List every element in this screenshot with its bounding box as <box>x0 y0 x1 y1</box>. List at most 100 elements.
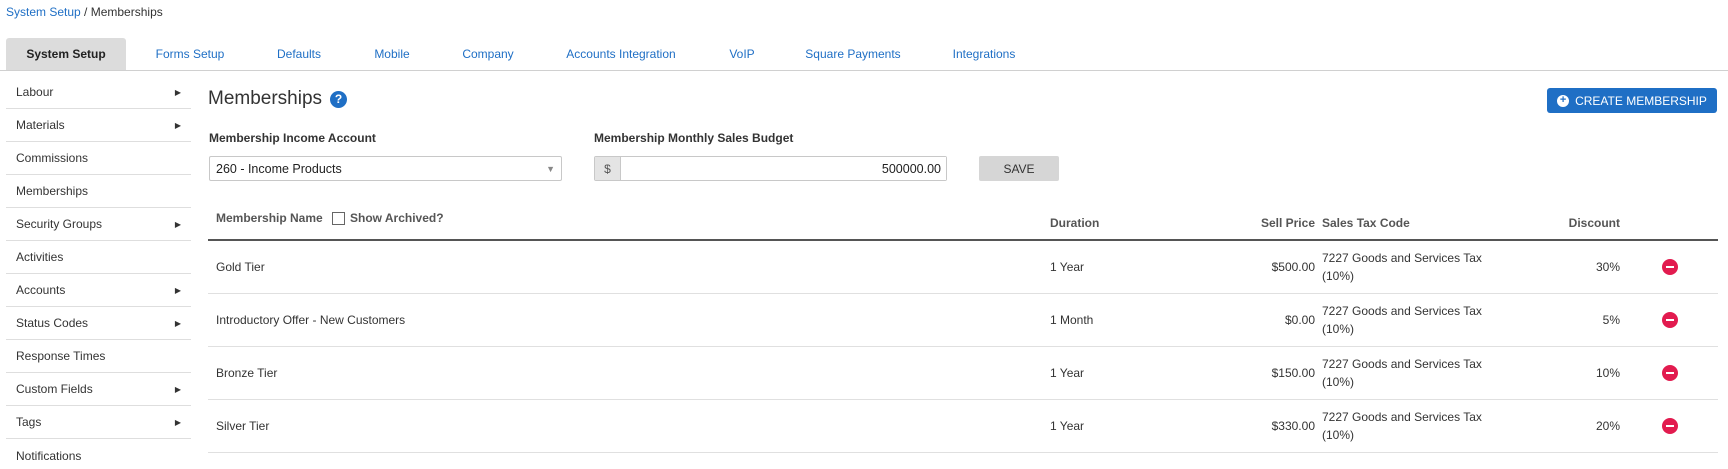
membership-price: $0.00 <box>1284 313 1315 327</box>
column-header-sell-price: Sell Price <box>1260 216 1315 230</box>
caret-right-icon: ▶ <box>174 318 181 328</box>
sidebar: Labour ▶ Materials ▶ Commissions Membershi… <box>6 76 191 469</box>
membership-discount: 5% <box>1602 313 1620 327</box>
sidebar-item-commissions[interactable]: Commissions <box>6 142 191 175</box>
memberships-table: Membership Name Show Archived? Duration … <box>208 205 1718 453</box>
sidebar-item-materials[interactable]: Materials ▶ <box>6 109 191 142</box>
sidebar-item-activities[interactable]: Activities <box>6 241 191 274</box>
sidebar-item-response-times[interactable]: Response Times <box>6 340 191 373</box>
remove-circle-icon[interactable] <box>1662 259 1678 275</box>
column-header-duration: Duration <box>1050 216 1100 230</box>
breadcrumb-separator: / <box>80 5 91 19</box>
tab-square-payments[interactable]: Square Payments <box>800 38 906 70</box>
membership-discount: 20% <box>1595 419 1620 433</box>
remove-circle-icon[interactable] <box>1662 365 1678 381</box>
membership-duration: 1 Year <box>1050 366 1085 380</box>
sidebar-item-label: Custom Fields <box>16 382 93 396</box>
column-header-tax-code: Sales Tax Code <box>1322 216 1410 230</box>
sidebar-item-labour[interactable]: Labour ▶ <box>6 76 191 109</box>
tab-voip[interactable]: VoIP <box>722 38 762 70</box>
sidebar-item-custom-fields[interactable]: Custom Fields ▶ <box>6 373 191 406</box>
membership-tax-code: 7227 Goods and Services Tax (10%) <box>1322 408 1482 444</box>
sidebar-item-notifications[interactable]: Notifications <box>6 439 191 469</box>
membership-tax-code: 7227 Goods and Services Tax (10%) <box>1322 302 1482 338</box>
tax-code-name: 7227 Goods and Services Tax <box>1322 251 1482 265</box>
tax-code-rate: (10%) <box>1322 375 1355 389</box>
remove-circle-icon[interactable] <box>1662 418 1678 434</box>
sidebar-item-accounts[interactable]: Accounts ▶ <box>6 274 191 307</box>
tax-code-rate: (10%) <box>1322 322 1355 336</box>
page-title: Memberships ? <box>208 88 348 110</box>
column-header-discount: Discount <box>1568 216 1620 230</box>
chevron-down-icon: ▼ <box>546 163 555 174</box>
caret-right-icon: ▶ <box>174 87 181 97</box>
sales-budget-label: Membership Monthly Sales Budget <box>594 131 794 145</box>
income-account-select[interactable]: 260 - Income Products ▼ <box>209 156 562 181</box>
membership-tax-code: 7227 Goods and Services Tax (10%) <box>1322 249 1482 285</box>
show-archived-checkbox[interactable] <box>332 211 345 225</box>
tab-defaults[interactable]: Defaults <box>270 38 328 70</box>
tab-integrations[interactable]: Integrations <box>948 38 1020 70</box>
sales-budget-field: $ <box>594 156 947 181</box>
top-tabs: System Setup Forms Setup Defaults Mobile… <box>0 38 1728 71</box>
membership-price: $500.00 <box>1271 260 1315 274</box>
table-row[interactable]: Introductory Offer - New Customers 1 Mon… <box>208 294 1718 347</box>
tab-system-setup[interactable]: System Setup <box>6 38 126 70</box>
tax-code-rate: (10%) <box>1322 269 1355 283</box>
membership-name: Gold Tier <box>216 260 265 274</box>
sidebar-item-label: Activities <box>16 250 64 264</box>
sidebar-item-status-codes[interactable]: Status Codes ▶ <box>6 307 191 340</box>
income-account-label: Membership Income Account <box>209 131 376 145</box>
sidebar-item-label: Labour <box>16 85 54 99</box>
tab-accounts-integration[interactable]: Accounts Integration <box>561 38 681 70</box>
membership-tax-code: 7227 Goods and Services Tax (10%) <box>1322 355 1482 391</box>
sidebar-item-label: Commissions <box>16 151 89 165</box>
breadcrumb-current: Memberships <box>90 5 163 19</box>
table-row[interactable]: Gold Tier 1 Year $500.00 7227 Goods and … <box>208 241 1718 294</box>
income-account-value: 260 - Income Products <box>216 161 342 176</box>
help-icon[interactable]: ? <box>330 90 348 108</box>
sidebar-item-memberships[interactable]: Memberships <box>6 175 191 208</box>
membership-duration: 1 Year <box>1050 260 1085 274</box>
membership-discount: 30% <box>1595 260 1620 274</box>
remove-circle-icon[interactable] <box>1662 312 1678 328</box>
show-archived-toggle: Show Archived? <box>332 211 444 225</box>
sidebar-item-label: Memberships <box>16 184 89 198</box>
breadcrumb-system-setup-link[interactable]: System Setup <box>6 5 81 19</box>
table-header: Membership Name Show Archived? Duration … <box>208 205 1718 241</box>
sidebar-item-label: Materials <box>16 118 65 132</box>
caret-right-icon: ▶ <box>174 120 181 130</box>
membership-duration: 1 Month <box>1050 313 1094 327</box>
sidebar-item-label: Tags <box>16 415 42 429</box>
membership-duration: 1 Year <box>1050 419 1085 433</box>
sidebar-item-tags[interactable]: Tags ▶ <box>6 406 191 439</box>
save-button[interactable]: SAVE <box>979 156 1059 181</box>
column-header-name: Membership Name <box>216 211 323 225</box>
sidebar-item-label: Status Codes <box>16 316 89 330</box>
tax-code-rate: (10%) <box>1322 428 1355 442</box>
sidebar-item-label: Security Groups <box>16 217 103 231</box>
membership-name: Bronze Tier <box>216 366 278 380</box>
membership-name: Introductory Offer - New Customers <box>216 313 406 327</box>
tab-mobile[interactable]: Mobile <box>367 38 417 70</box>
create-membership-button[interactable]: + CREATE MEMBERSHIP <box>1547 88 1717 113</box>
tax-code-name: 7227 Goods and Services Tax <box>1322 410 1482 424</box>
create-membership-label: CREATE MEMBERSHIP <box>1575 93 1707 108</box>
currency-prefix: $ <box>595 157 621 180</box>
sales-budget-input[interactable] <box>621 157 946 180</box>
breadcrumb: System Setup / Memberships <box>6 5 163 19</box>
sidebar-item-label: Response Times <box>16 349 106 363</box>
tab-company[interactable]: Company <box>456 38 520 70</box>
table-row[interactable]: Bronze Tier 1 Year $150.00 7227 Goods an… <box>208 347 1718 400</box>
membership-discount: 10% <box>1595 366 1620 380</box>
plus-circle-icon: + <box>1557 94 1570 107</box>
membership-price: $150.00 <box>1271 366 1315 380</box>
table-row[interactable]: Silver Tier 1 Year $330.00 7227 Goods an… <box>208 400 1718 453</box>
sidebar-item-security-groups[interactable]: Security Groups ▶ <box>6 208 191 241</box>
page-title-text: Memberships <box>208 88 323 109</box>
membership-price: $330.00 <box>1271 419 1315 433</box>
caret-right-icon: ▶ <box>174 219 181 229</box>
caret-right-icon: ▶ <box>174 285 181 295</box>
tax-code-name: 7227 Goods and Services Tax <box>1322 357 1482 371</box>
tab-forms-setup[interactable]: Forms Setup <box>146 38 234 70</box>
